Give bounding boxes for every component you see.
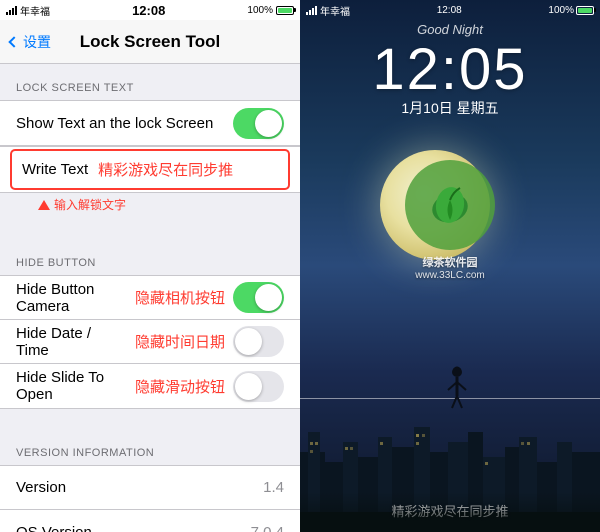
camera-label: Hide Button Camera — [16, 281, 127, 315]
slide-toggle[interactable] — [233, 371, 284, 402]
camera-toggle[interactable] — [233, 282, 284, 313]
version-row: Version 1.4 — [0, 466, 300, 510]
battery-percent: 100% — [247, 5, 273, 16]
write-text-value: 精彩游戏尽在同步推 — [98, 159, 233, 180]
back-button[interactable]: 设置 — [10, 32, 51, 52]
camera-row: Hide Button Camera 隐藏相机按钮 — [0, 276, 300, 320]
battery-icon — [276, 6, 294, 15]
write-text-container: Write Text 精彩游戏尽在同步推 — [0, 146, 300, 193]
lock-signal-icon — [306, 6, 317, 15]
carrier-label: 年幸福 — [20, 3, 50, 18]
camera-sublabel: 隐藏相机按钮 — [135, 287, 225, 308]
back-label: 设置 — [23, 32, 51, 52]
slide-label: Hide Slide To Open — [16, 369, 127, 403]
lock-carrier: 年幸福 — [320, 3, 350, 18]
settings-content: LOCK SCREEN TEXT Show Text an the lock S… — [0, 64, 300, 532]
left-panel: 年幸福 12:08 100% 设置 Lock Screen Tool LOCK … — [0, 0, 300, 532]
status-bar-left: 年幸福 12:08 100% — [0, 0, 300, 20]
os-version-label: OS Version — [16, 524, 251, 532]
write-text-row[interactable]: Write Text 精彩游戏尽在同步推 — [10, 149, 290, 190]
chevron-left-icon — [8, 36, 19, 47]
slide-sublabel: 隐藏滑动按钮 — [135, 376, 225, 397]
watermark-leaf-icon — [425, 180, 475, 230]
watermark: 绿茶软件园 www.33LC.com — [405, 160, 495, 281]
signal-icon — [6, 6, 17, 15]
right-panel: 年幸福 12:08 100% Good Night 12:05 1月10日 星期… — [300, 0, 600, 532]
nav-title: Lock Screen Tool — [80, 32, 220, 52]
version-value: 1.4 — [263, 479, 284, 496]
hint-text: 输入解锁文字 — [54, 196, 126, 213]
hide-button-header: HIDE BUTTON — [0, 239, 300, 275]
lock-screen-text-group: Show Text an the lock Screen — [0, 100, 300, 146]
version-section: VERSION INFORMATION Version 1.4 OS Versi… — [0, 429, 300, 532]
ground-overlay — [300, 492, 600, 532]
arrow-up-icon — [38, 200, 50, 210]
slide-row: Hide Slide To Open 隐藏滑动按钮 — [0, 364, 300, 408]
lock-screen-text-section: LOCK SCREEN TEXT Show Text an the lock S… — [0, 64, 300, 219]
nav-bar: 设置 Lock Screen Tool — [0, 20, 300, 64]
show-text-row: Show Text an the lock Screen — [0, 101, 300, 145]
os-version-value: 7.0.4 — [251, 524, 284, 532]
datetime-row: Hide Date / Time 隐藏时间日期 — [0, 320, 300, 364]
datetime-toggle[interactable] — [233, 326, 284, 357]
good-night-text: Good Night — [300, 22, 600, 37]
lock-battery-icon — [576, 6, 594, 15]
lock-time-status: 12:08 — [437, 5, 462, 16]
datetime-label: Hide Date / Time — [16, 325, 127, 359]
show-text-toggle[interactable] — [233, 108, 284, 139]
lock-status-bar: 年幸福 12:08 100% — [300, 0, 600, 20]
time-label: 12:08 — [132, 3, 165, 18]
character-silhouette — [445, 364, 470, 414]
hint-container: 输入解锁文字 — [0, 193, 300, 219]
version-label: Version — [16, 479, 263, 496]
show-text-label: Show Text an the lock Screen — [16, 115, 233, 132]
hide-button-group: Hide Button Camera 隐藏相机按钮 Hide Date / Ti… — [0, 275, 300, 409]
os-version-row: OS Version 7.0.4 — [0, 510, 300, 532]
lock-screen-text-header: LOCK SCREEN TEXT — [0, 64, 300, 100]
watermark-circle — [405, 160, 495, 250]
lock-date: 1月10日 星期五 — [300, 98, 600, 118]
watermark-name: 绿茶软件园 — [405, 254, 495, 270]
datetime-sublabel: 隐藏时间日期 — [135, 331, 225, 352]
version-group: Version 1.4 OS Version 7.0.4 — [0, 465, 300, 532]
lock-battery-pct: 100% — [548, 5, 574, 16]
lock-time: 12:05 — [300, 36, 600, 103]
hide-button-section: HIDE BUTTON Hide Button Camera 隐藏相机按钮 Hi… — [0, 239, 300, 409]
watermark-url: www.33LC.com — [405, 270, 495, 281]
write-text-label: Write Text — [22, 161, 88, 178]
version-header: VERSION INFORMATION — [0, 429, 300, 465]
